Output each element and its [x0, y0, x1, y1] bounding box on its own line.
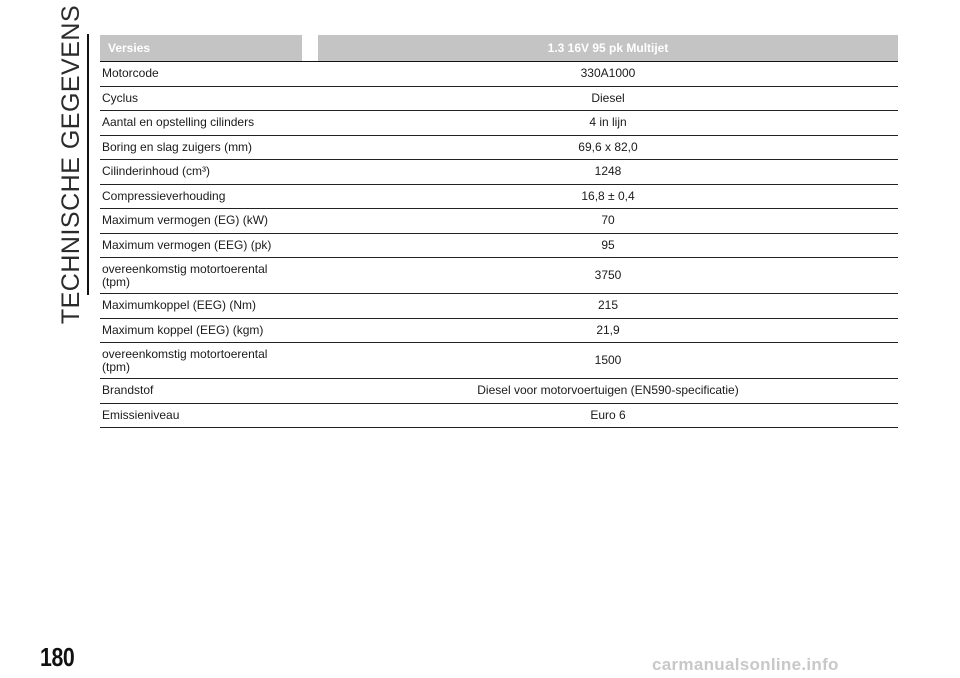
table-row: Aantal en opstelling cilinders 4 in lijn — [100, 111, 898, 136]
row-value: 16,8 ± 0,4 — [318, 185, 898, 209]
row-value: 69,6 x 82,0 — [318, 136, 898, 160]
row-label: overeenkomstig motortoerental (tpm) — [100, 343, 302, 379]
header-engine-version: 1.3 16V 95 pk Multijet — [318, 35, 898, 62]
row-label: Maximumkoppel (EEG) (Nm) — [100, 294, 302, 319]
table-row: Cilinderinhoud (cm³) 1248 — [100, 160, 898, 185]
header-gap — [302, 35, 318, 62]
row-value: 4 in lijn — [318, 111, 898, 136]
table-row: Maximumkoppel (EEG) (Nm) 215 — [100, 294, 898, 319]
row-value: 70 — [318, 209, 898, 234]
page-number: 180 — [40, 642, 75, 672]
table-row: Brandstof Diesel voor motorvoertuigen (E… — [100, 379, 898, 404]
row-label-line: overeenkomstig motortoerental — [102, 261, 268, 276]
table-row: Maximum koppel (EEG) (kgm) 21,9 — [100, 319, 898, 343]
table-row: Boring en slag zuigers (mm) 69,6 x 82,0 — [100, 136, 898, 160]
row-label: Compressieverhouding — [100, 185, 302, 209]
row-label: Maximum vermogen (EG) (kW) — [100, 209, 302, 234]
row-value: 3750 — [318, 258, 898, 294]
section-title-text: TECHNISCHE GEGEVENS — [57, 4, 86, 324]
row-value: Euro 6 — [318, 404, 898, 428]
table-header-row: Versies 1.3 16V 95 pk Multijet — [100, 35, 898, 62]
row-label: Emissieniveau — [100, 404, 302, 428]
row-value: Diesel voor motorvoertuigen (EN590-speci… — [318, 379, 898, 404]
table-row: Maximum vermogen (EG) (kW) 70 — [100, 209, 898, 234]
section-title-vertical: TECHNISCHE GEGEVENS — [54, 4, 90, 323]
row-value: 215 — [318, 294, 898, 319]
row-label: Cyclus — [100, 87, 302, 111]
row-value: 1500 — [318, 343, 898, 379]
table-row: Maximum vermogen (EEG) (pk) 95 — [100, 234, 898, 258]
row-label-line: (tpm) — [102, 359, 130, 374]
table-row: overeenkomstig motortoerental (tpm) 3750 — [100, 258, 898, 294]
row-label: Maximum vermogen (EEG) (pk) — [100, 234, 302, 258]
row-value: Diesel — [318, 87, 898, 111]
section-divider — [87, 34, 89, 295]
row-label: Brandstof — [100, 379, 302, 404]
row-label: Motorcode — [100, 62, 302, 87]
table-row: Motorcode 330A1000 — [100, 62, 898, 87]
row-value: 95 — [318, 234, 898, 258]
table-row: Emissieniveau Euro 6 — [100, 404, 898, 428]
row-value: 1248 — [318, 160, 898, 185]
row-label: Maximum koppel (EEG) (kgm) — [100, 319, 302, 343]
watermark: carmanualsonline.info — [652, 655, 839, 674]
row-value: 21,9 — [318, 319, 898, 343]
table-row: Cyclus Diesel — [100, 87, 898, 111]
row-value: 330A1000 — [318, 62, 898, 87]
row-label: overeenkomstig motortoerental (tpm) — [100, 258, 302, 294]
specifications-table: Versies 1.3 16V 95 pk Multijet Motorcode… — [100, 35, 898, 428]
row-label: Aantal en opstelling cilinders — [100, 111, 302, 136]
header-versions: Versies — [100, 35, 302, 62]
table-row: overeenkomstig motortoerental (tpm) 1500 — [100, 343, 898, 379]
row-label-line: (tpm) — [102, 274, 130, 289]
row-label: Cilinderinhoud (cm³) — [100, 160, 302, 185]
table-row: Compressieverhouding 16,8 ± 0,4 — [100, 185, 898, 209]
row-label: Boring en slag zuigers (mm) — [100, 136, 302, 160]
row-label-line: overeenkomstig motortoerental — [102, 346, 268, 361]
